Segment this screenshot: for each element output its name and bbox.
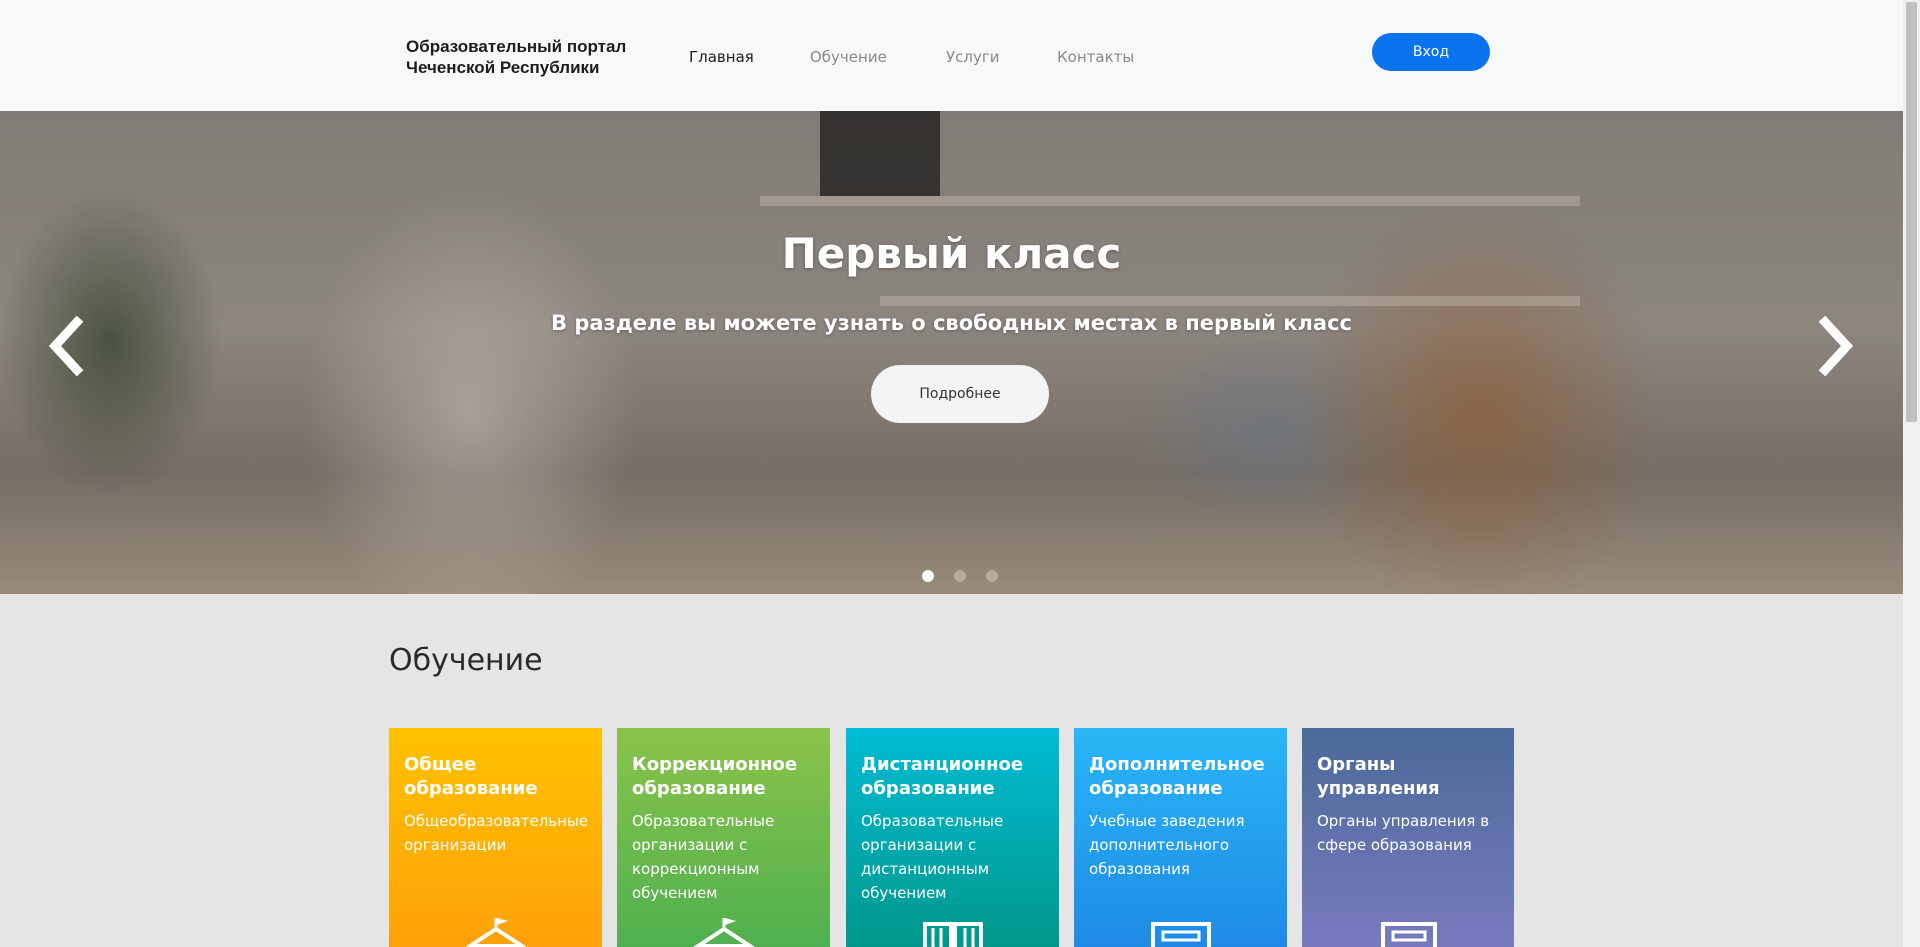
- card-description: Общеобразовательные организации: [404, 812, 589, 854]
- nav-item-contacts[interactable]: Контакты: [1057, 48, 1134, 66]
- card-title: Дополнительное образование: [1089, 754, 1265, 799]
- card-general-education[interactable]: Общее образование Общеобразовательные ор…: [389, 728, 602, 947]
- carousel-dot[interactable]: [954, 570, 966, 582]
- scrollbar-thumb[interactable]: [1906, 2, 1917, 422]
- card-description: Учебные заведения дополнительного образо…: [1089, 812, 1245, 878]
- card-title: Органы управления: [1317, 754, 1440, 799]
- nav-item-home[interactable]: Главная: [689, 48, 754, 66]
- card-description: Органы управления в сфере образования: [1317, 812, 1490, 854]
- section-title: Обучение: [389, 643, 543, 678]
- brand-line-1: Образовательный портал: [406, 37, 627, 56]
- nav-item-services[interactable]: Услуги: [946, 48, 999, 66]
- document-icon: [1302, 916, 1514, 947]
- card-additional-education[interactable]: Дополнительное образование Учебные завед…: [1074, 728, 1287, 947]
- school-building-icon: [389, 916, 602, 947]
- card-correctional-education[interactable]: Коррекционное образование Образовательны…: [617, 728, 830, 947]
- carousel-indicators: [922, 570, 998, 582]
- book-icon: [846, 916, 1059, 947]
- card-title: Общее образование: [404, 754, 538, 799]
- carousel-dot[interactable]: [922, 570, 934, 582]
- login-button[interactable]: Вход: [1372, 33, 1490, 71]
- card-description: Образовательные организации с дистанцион…: [861, 812, 1004, 902]
- page: Образовательный портал Чеченской Республ…: [0, 0, 1903, 947]
- site-logo[interactable]: Образовательный портал Чеченской Республ…: [406, 36, 626, 78]
- card-governing-bodies[interactable]: Органы управления Органы управления в сф…: [1302, 728, 1514, 947]
- chevron-right-icon: [1818, 316, 1854, 376]
- more-button[interactable]: Подробнее: [871, 365, 1049, 423]
- page-scrollbar[interactable]: [1903, 0, 1920, 947]
- card-title: Дистанционное образование: [861, 754, 1024, 799]
- nav-item-education[interactable]: Обучение: [810, 48, 887, 66]
- school-building-icon: [617, 916, 830, 947]
- hero-carousel: Первый класс В разделе вы можете узнать …: [0, 111, 1903, 594]
- hero-title: Первый класс: [781, 229, 1122, 278]
- card-distance-education[interactable]: Дистанционное образование Образовательны…: [846, 728, 1059, 947]
- card-title: Коррекционное образование: [632, 754, 798, 799]
- card-description: Образовательные организации с коррекцион…: [632, 812, 775, 902]
- carousel-next-button[interactable]: [1812, 316, 1862, 376]
- brand-line-2: Чеченской Республики: [406, 58, 600, 77]
- chevron-left-icon: [48, 316, 84, 376]
- carousel-dot[interactable]: [986, 570, 998, 582]
- carousel-prev-button[interactable]: [40, 316, 90, 376]
- hero-subtitle: В разделе вы можете узнать о свободных м…: [551, 311, 1352, 335]
- site-header: Образовательный портал Чеченской Республ…: [0, 0, 1903, 111]
- hero-image: [0, 111, 1903, 594]
- certificate-icon: [1074, 916, 1287, 947]
